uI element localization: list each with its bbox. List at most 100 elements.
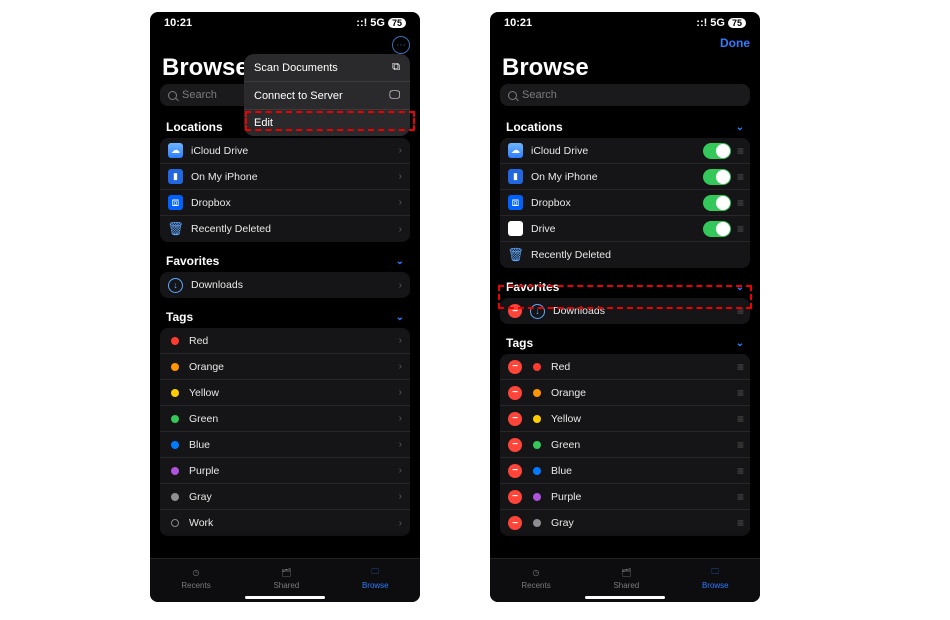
- tag-yellow[interactable]: Yellow›: [160, 380, 410, 406]
- download-icon: ↓: [168, 278, 183, 293]
- locations-header[interactable]: Locations ⌄: [490, 114, 760, 138]
- remove-icon[interactable]: −: [508, 464, 522, 478]
- battery-icon: 75: [728, 18, 746, 28]
- location-icloud[interactable]: ☁︎ iCloud Drive ›: [160, 138, 410, 164]
- drag-handle-icon[interactable]: ≡: [737, 304, 742, 318]
- favorites-list-edit: − ↓ Downloads ≡: [500, 298, 750, 324]
- drag-handle-icon[interactable]: ≡: [737, 464, 742, 478]
- search-input[interactable]: Search: [500, 84, 750, 106]
- tag-yellow[interactable]: −Yellow≡: [500, 406, 750, 432]
- tag-blue[interactable]: −Blue≡: [500, 458, 750, 484]
- locations-list: ☁︎ iCloud Drive › ▮ On My iPhone › ⧈ Dro…: [160, 138, 410, 242]
- location-dropbox[interactable]: ⧈ Dropbox ›: [160, 190, 410, 216]
- scan-icon: ⧉: [392, 61, 400, 74]
- home-indicator[interactable]: [245, 596, 325, 599]
- tag-red[interactable]: Red›: [160, 328, 410, 354]
- tag-purple[interactable]: Purple›: [160, 458, 410, 484]
- drag-handle-icon[interactable]: ≡: [737, 170, 742, 184]
- location-iphone[interactable]: ▮ On My iPhone ›: [160, 164, 410, 190]
- toggle-iphone[interactable]: [703, 169, 731, 185]
- tab-shared[interactable]: 🗂Shared: [273, 566, 299, 590]
- remove-icon[interactable]: −: [508, 490, 522, 504]
- tag-orange[interactable]: Orange›: [160, 354, 410, 380]
- toggle-drive[interactable]: [703, 221, 731, 237]
- more-menu: Scan Documents ⧉ Connect to Server 🖵 Edi…: [244, 54, 410, 136]
- favorites-header[interactable]: Favorites ⌄: [490, 274, 760, 298]
- chevron-down-icon: ⌄: [736, 338, 744, 349]
- tag-purple[interactable]: −Purple≡: [500, 484, 750, 510]
- location-iphone[interactable]: ▮ On My iPhone ≡: [500, 164, 750, 190]
- chevron-right-icon: ›: [399, 197, 402, 208]
- search-placeholder: Search: [182, 89, 217, 101]
- remove-icon[interactable]: −: [508, 516, 522, 530]
- drag-handle-icon[interactable]: ≡: [737, 386, 742, 400]
- folder-icon: 🗀: [366, 566, 384, 580]
- drag-handle-icon[interactable]: ≡: [737, 360, 742, 374]
- remove-icon[interactable]: −: [508, 386, 522, 400]
- location-recently-deleted[interactable]: 🗑 Recently Deleted ›: [160, 216, 410, 242]
- drag-handle-icon[interactable]: ≡: [737, 438, 742, 452]
- tag-green[interactable]: −Green≡: [500, 432, 750, 458]
- tags-header[interactable]: Tags ⌄: [150, 304, 420, 328]
- location-dropbox[interactable]: ⧈ Dropbox ≡: [500, 190, 750, 216]
- tag-gray[interactable]: Gray›: [160, 484, 410, 510]
- done-button[interactable]: Done: [720, 36, 750, 50]
- favorite-downloads[interactable]: ↓ Downloads ›: [160, 272, 410, 298]
- menu-scan-documents[interactable]: Scan Documents ⧉: [244, 54, 410, 82]
- menu-connect-server[interactable]: Connect to Server 🖵: [244, 82, 410, 110]
- tag-blue[interactable]: Blue›: [160, 432, 410, 458]
- tag-green[interactable]: Green›: [160, 406, 410, 432]
- tag-red[interactable]: −Red≡: [500, 354, 750, 380]
- location-icloud[interactable]: ☁︎ iCloud Drive ≡: [500, 138, 750, 164]
- chevron-down-icon: ⌄: [736, 282, 744, 293]
- menu-edit[interactable]: Edit: [244, 110, 410, 136]
- drag-handle-icon[interactable]: ≡: [737, 412, 742, 426]
- network-label: 5G: [370, 17, 385, 29]
- tab-shared[interactable]: 🗂Shared: [613, 566, 639, 590]
- remove-icon[interactable]: −: [508, 360, 522, 374]
- status-bar: 10:21 ::! 5G 75: [150, 12, 420, 34]
- search-placeholder: Search: [522, 89, 557, 101]
- toggle-dropbox[interactable]: [703, 195, 731, 211]
- drag-handle-icon[interactable]: ≡: [737, 516, 742, 530]
- folder-icon: 🗀: [706, 566, 724, 580]
- tags-list-edit: −Red≡ −Orange≡ −Yellow≡ −Green≡ −Blue≡ −…: [500, 354, 750, 536]
- drag-handle-icon[interactable]: ≡: [737, 144, 742, 158]
- phone-icon: ▮: [168, 169, 183, 184]
- status-bar: 10:21 ::! 5G 75: [490, 12, 760, 34]
- location-drive[interactable]: △ Drive ≡: [500, 216, 750, 242]
- toggle-icloud[interactable]: [703, 143, 731, 159]
- locations-list-edit: ☁︎ iCloud Drive ≡ ▮ On My iPhone ≡ ⧈ Dro…: [500, 138, 750, 268]
- drag-handle-icon[interactable]: ≡: [737, 222, 742, 236]
- chevron-right-icon: ›: [399, 224, 402, 235]
- remove-icon[interactable]: −: [508, 304, 522, 318]
- drag-handle-icon[interactable]: ≡: [737, 490, 742, 504]
- tab-browse[interactable]: 🗀Browse: [362, 566, 389, 590]
- location-recently-deleted[interactable]: 🗑 Recently Deleted: [500, 242, 750, 268]
- cloud-icon: ☁︎: [168, 143, 183, 158]
- tag-orange[interactable]: −Orange≡: [500, 380, 750, 406]
- server-icon: 🖵: [389, 89, 400, 102]
- more-button[interactable]: ⋯: [392, 36, 410, 54]
- top-actions: ⋯: [150, 34, 420, 54]
- remove-icon[interactable]: −: [508, 412, 522, 426]
- chevron-down-icon: ⌄: [736, 122, 744, 133]
- search-icon: [508, 91, 517, 100]
- shared-folder-icon: 🗂: [277, 566, 295, 580]
- tags-list: Red› Orange› Yellow› Green› Blue› Purple…: [160, 328, 410, 536]
- tags-header[interactable]: Tags ⌄: [490, 330, 760, 354]
- status-right: ::! 5G 75: [356, 17, 406, 29]
- favorites-header[interactable]: Favorites ⌄: [150, 248, 420, 272]
- remove-icon[interactable]: −: [508, 438, 522, 452]
- tab-recents[interactable]: ◷Recents: [181, 566, 210, 590]
- favorite-downloads[interactable]: − ↓ Downloads ≡: [500, 298, 750, 324]
- top-actions: Done: [490, 34, 760, 54]
- phone-right: 10:21 ::! 5G 75 Done Browse Search Locat…: [490, 12, 760, 602]
- clock-icon: ◷: [527, 566, 545, 580]
- home-indicator[interactable]: [585, 596, 665, 599]
- signal-icon: ::!: [696, 17, 707, 29]
- dropbox-icon: ⧈: [508, 195, 523, 210]
- tab-recents[interactable]: ◷Recents: [521, 566, 550, 590]
- tab-browse[interactable]: 🗀Browse: [702, 566, 729, 590]
- drag-handle-icon[interactable]: ≡: [737, 196, 742, 210]
